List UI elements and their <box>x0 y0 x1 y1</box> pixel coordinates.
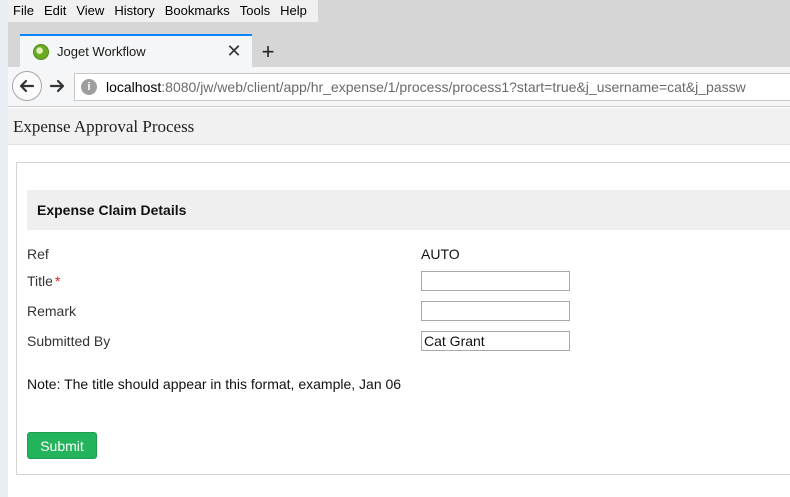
joget-icon <box>33 43 49 60</box>
back-arrow-icon <box>19 79 35 93</box>
back-button[interactable] <box>12 71 42 101</box>
form-panel: Expense Claim Details Ref AUTO Title * Re… <box>16 162 790 475</box>
menu-view[interactable]: View <box>71 0 109 22</box>
required-marker: * <box>54 273 61 289</box>
title-input[interactable] <box>421 271 570 291</box>
menu-file[interactable]: File <box>8 0 39 22</box>
site-info-icon[interactable]: i <box>81 79 97 95</box>
tab-joget-workflow[interactable]: Joget Workflow ✕ <box>20 34 252 67</box>
tab-strip: Joget Workflow ✕ + <box>8 22 790 67</box>
format-note: Note: The title should appear in this fo… <box>27 376 402 392</box>
menu-tools[interactable]: Tools <box>235 0 275 22</box>
new-tab-button[interactable]: + <box>254 39 282 65</box>
tab-title: Joget Workflow <box>57 44 146 59</box>
ref-value: AUTO <box>421 246 460 262</box>
close-icon[interactable]: ✕ <box>222 40 246 64</box>
remark-label: Remark <box>27 303 77 319</box>
ref-label: Ref <box>27 246 49 262</box>
page-title: Expense Approval Process <box>8 108 790 145</box>
submitted-by-input[interactable] <box>421 331 570 351</box>
menu-bar-filler <box>318 0 790 22</box>
menu-help[interactable]: Help <box>275 0 312 22</box>
submitted-by-label: Submitted By <box>27 333 111 349</box>
menu-bookmarks[interactable]: Bookmarks <box>160 0 235 22</box>
submit-button[interactable]: Submit <box>27 432 97 459</box>
url-host: localhost <box>106 79 162 95</box>
menu-bar: File Edit View History Bookmarks Tools H… <box>8 0 318 22</box>
desktop-edge <box>0 0 8 497</box>
title-label-text: Title <box>27 273 53 289</box>
navigation-bar: i localhost:8080/jw/web/client/app/hr_ex… <box>8 67 790 107</box>
title-label: Title * <box>27 272 60 290</box>
menu-edit[interactable]: Edit <box>39 0 71 22</box>
url-bar[interactable]: i localhost:8080/jw/web/client/app/hr_ex… <box>74 73 790 101</box>
forward-arrow-icon <box>49 79 65 93</box>
forward-button[interactable] <box>46 75 68 97</box>
section-title: Expense Claim Details <box>27 190 790 230</box>
url-path: :8080/jw/web/client/app/hr_expense/1/pro… <box>161 79 746 95</box>
remark-input[interactable] <box>421 301 570 321</box>
menu-history[interactable]: History <box>109 0 159 22</box>
